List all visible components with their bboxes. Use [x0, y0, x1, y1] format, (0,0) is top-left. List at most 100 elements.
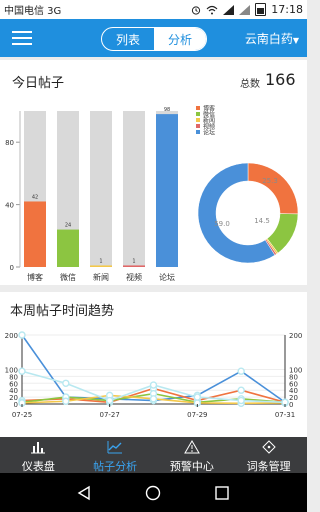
x-tick-label: 新闻 [93, 272, 109, 282]
today-posts-card: 今日帖子 总数 166 0 40 80 42 博客 24 微信 1 新闻 1 视频 98 论坛 博客 微信… [0, 60, 307, 285]
x-tick-label: 博客 [27, 272, 43, 282]
bar-微信 [57, 229, 79, 267]
recents-icon[interactable] [214, 485, 230, 501]
series-point [18, 367, 26, 375]
tab-post-analysis[interactable]: 帖子分析 [77, 437, 154, 473]
signal-icon [223, 4, 235, 15]
bar-background [123, 111, 145, 267]
legend-swatch [196, 124, 200, 128]
y-tick-label: 0 [10, 264, 14, 272]
legend-swatch [196, 118, 200, 122]
y-tick-right: 80 [289, 373, 298, 381]
bar-value-label: 42 [32, 194, 38, 200]
view-toggle: 列表 分析 [101, 27, 207, 51]
x-tick-label: 07-29 [187, 411, 207, 419]
y-tick-right: 20 [289, 394, 298, 402]
system-nav-bar [0, 473, 307, 512]
y-tick-right: 60 [289, 380, 298, 388]
weekly-trend-card: 本周帖子时间趋势 0 0 20 20 40 40 60 60 80 80 100 100 200 200 0… [0, 292, 307, 437]
tab-warning-center-label: 预警中心 [169, 460, 214, 473]
bar-博客 [24, 201, 46, 267]
home-icon[interactable] [145, 485, 161, 501]
total-value: 166 [265, 70, 296, 89]
signal-x-icon [239, 4, 251, 15]
y-tick-right: 100 [289, 367, 302, 375]
wifi-icon [206, 5, 218, 14]
x-tick-label: 微信 [60, 272, 76, 282]
x-tick-label: 视频 [126, 272, 142, 282]
y-tick-right: 200 [289, 332, 302, 340]
carrier-label: 中国电信 3G [4, 6, 62, 17]
x-tick-label: 07-27 [99, 411, 119, 419]
today-title: 今日帖子 [12, 76, 65, 91]
series-point [18, 331, 26, 339]
series-point [149, 381, 158, 389]
battery-icon [255, 3, 267, 16]
bar-新闻 [90, 265, 112, 267]
bar-value-label: 24 [65, 223, 71, 229]
back-icon[interactable] [76, 485, 92, 501]
alarm-icon [192, 5, 201, 15]
menu-icon[interactable] [12, 31, 32, 45]
tab-warning-center[interactable]: 预警中心 [154, 437, 231, 473]
company-name: 云南白药 [244, 32, 293, 46]
legend-swatch [196, 112, 200, 116]
bar-chart: 0 40 80 42 博客 24 微信 1 新闻 1 视频 98 论坛 [5, 107, 178, 282]
y-tick-left: 0 [14, 401, 18, 409]
series-point [62, 397, 70, 405]
series-point [105, 396, 114, 405]
company-selector[interactable]: 云南白药▼ [245, 30, 299, 47]
x-tick-label: 07-25 [12, 411, 32, 419]
status-bar: 中国电信 3G 17:18 [0, 0, 307, 19]
slice-value-label: 25.3 [262, 177, 278, 185]
clock: 17:18 [271, 3, 303, 16]
weekly-title: 本周帖子时间趋势 [10, 304, 115, 319]
line-chart: 0 020 2040 4060 6080 80100 100200 20007-25 07-27… [5, 331, 302, 419]
y-tick-left: 60 [9, 380, 18, 388]
y-tick-left: 200 [5, 332, 18, 340]
bottom-tab-bar: 仪表盘 帖子分析 预警中心 词条管理 [0, 437, 307, 473]
y-tick-right: 0 [289, 401, 293, 409]
bar-value-label: 98 [164, 107, 170, 113]
caret-down-icon: ▼ [292, 36, 299, 45]
y-tick-left: 100 [5, 367, 18, 375]
legend-swatch [196, 130, 200, 134]
y-tick-left: 40 [9, 387, 18, 395]
tab-list[interactable]: 列表 [102, 28, 154, 50]
slice-value-label: 59.0 [214, 220, 230, 228]
dashboard-icon [31, 442, 46, 454]
warning-icon [184, 440, 200, 454]
x-tick-label: 07-31 [275, 411, 295, 419]
x-tick-label: 论坛 [159, 272, 175, 282]
tag-icon [261, 440, 276, 454]
tab-term-management-label: 词条管理 [246, 460, 291, 473]
tab-post-analysis-label: 帖子分析 [93, 460, 138, 473]
bar-论坛 [156, 114, 178, 268]
series-point [237, 367, 245, 375]
chart-icon [107, 441, 123, 454]
y-tick-label: 40 [5, 202, 14, 210]
tab-analysis[interactable]: 分析 [154, 28, 206, 50]
app-header: 列表 分析 云南白药▼ [0, 19, 307, 57]
y-tick-left: 20 [9, 394, 18, 402]
tab-analysis-label: 分析 [167, 32, 192, 47]
series-point [193, 393, 202, 401]
donut-chart: 博客微信新闻视频论坛25.314.559.0 [196, 105, 299, 264]
series-point [62, 379, 70, 387]
bar-视频 [123, 265, 145, 267]
legend-label: 论坛 [203, 129, 215, 137]
series-point [149, 395, 158, 403]
series-point [237, 396, 245, 405]
tab-dashboard[interactable]: 仪表盘 [0, 437, 77, 473]
bar-background [90, 111, 112, 267]
y-tick-right: 40 [289, 387, 298, 395]
total-label: 总数 [240, 79, 260, 90]
slice-博客 [247, 162, 299, 215]
tab-term-management[interactable]: 词条管理 [230, 437, 307, 473]
bar-value-label: 1 [132, 258, 135, 264]
bar-value-label: 1 [99, 258, 102, 264]
slice-value-label: 14.5 [254, 217, 270, 225]
tab-dashboard-label: 仪表盘 [21, 460, 55, 473]
y-tick-left: 80 [9, 373, 18, 381]
legend-swatch [196, 106, 200, 110]
